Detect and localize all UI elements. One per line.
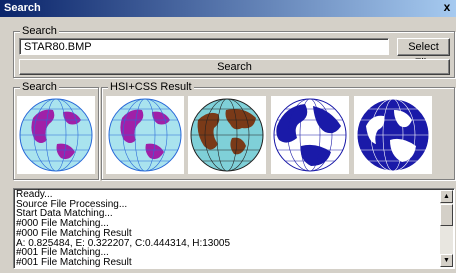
close-icon[interactable]: x (440, 1, 454, 15)
result-globe-1-icon (108, 98, 182, 172)
file-name-value: STAR80.BMP (24, 41, 92, 53)
result-image-4[interactable] (354, 96, 432, 174)
window-title: Search (4, 2, 41, 14)
result-globe-4-icon (356, 98, 430, 172)
search-button[interactable]: Search (19, 59, 450, 75)
query-image (17, 96, 95, 174)
search-group-legend: Search (20, 25, 59, 37)
file-name-field[interactable]: STAR80.BMP (19, 38, 389, 55)
result-image-3[interactable] (271, 96, 349, 174)
log-lines: Ready... Source File Processing... Start… (16, 190, 438, 268)
result-image-2[interactable] (188, 96, 266, 174)
log-output[interactable]: Ready... Source File Processing... Start… (13, 188, 455, 269)
scroll-down-icon[interactable]: ▼ (440, 254, 453, 267)
result-image-1[interactable] (106, 96, 184, 174)
result-globe-2-icon (190, 98, 264, 172)
result-group-legend: HSI+CSS Result (108, 81, 194, 93)
scroll-up-icon[interactable]: ▲ (440, 190, 453, 203)
query-globe-icon (19, 98, 93, 172)
result-globe-3-icon (273, 98, 347, 172)
select-file-button[interactable]: Select File (397, 38, 450, 69)
log-line: #001 File Matching Result (16, 256, 132, 268)
scroll-thumb[interactable] (440, 204, 453, 226)
log-scrollbar[interactable]: ▲ ▼ (440, 190, 453, 267)
title-bar: Search x (0, 0, 456, 17)
query-group-legend: Search (20, 81, 59, 93)
search-button-label: Search (217, 61, 252, 73)
